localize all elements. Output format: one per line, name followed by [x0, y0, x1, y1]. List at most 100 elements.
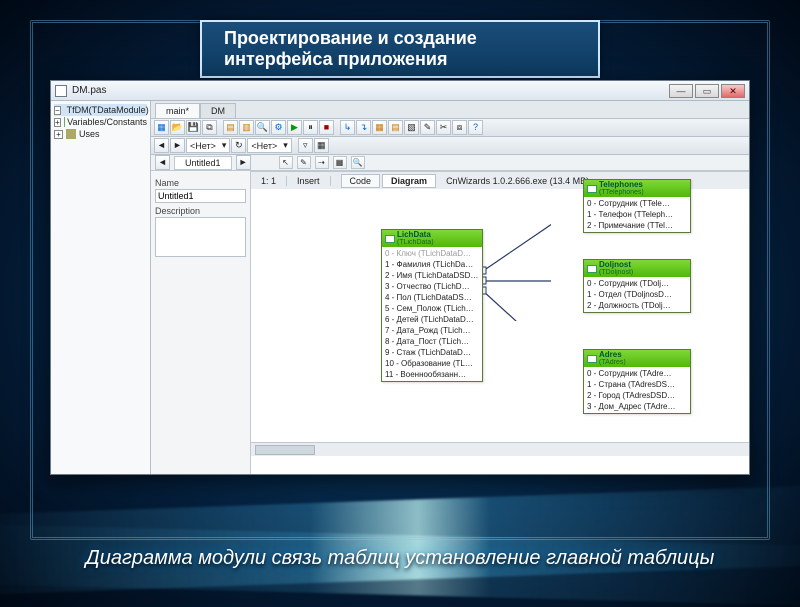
- prev-tab-icon[interactable]: ◄: [155, 155, 170, 170]
- save-all-icon[interactable]: ⧉: [202, 120, 217, 135]
- tree-label: TfDM(TDataModule): [67, 105, 149, 115]
- tree-label: Uses: [79, 129, 100, 139]
- cursor-position: 1: 1: [251, 176, 287, 186]
- field-row[interactable]: 3 - Дом_Адрес (TAdre…: [584, 401, 690, 412]
- expand-icon[interactable]: +: [54, 130, 63, 139]
- field-row[interactable]: 3 - Отчество (TLichD…: [382, 281, 482, 292]
- field-row[interactable]: 1 - Фамилия (TLichDa…: [382, 259, 482, 270]
- filter-icon[interactable]: ▿: [298, 138, 313, 153]
- method-dropdown[interactable]: <Нет>▾: [247, 138, 291, 153]
- description-label: Description: [155, 206, 246, 216]
- tab-dm[interactable]: DM: [200, 103, 236, 118]
- diagram-canvas[interactable]: LichData (TLichData) 0 - Ключ (TLichData…: [251, 171, 749, 474]
- comment-icon[interactable]: ✎: [297, 156, 311, 169]
- field-row[interactable]: 1 - Телефон (TTeleph…: [584, 209, 690, 220]
- field-row[interactable]: 8 - Дата_Пост (TLich…: [382, 336, 482, 347]
- diagram-tabs: ◄ Untitled1 ► ↖ ✎ ⇢ ▦ 🔍: [151, 155, 749, 171]
- scroll-thumb[interactable]: [255, 445, 315, 455]
- field-row[interactable]: 2 - Имя (TLichDataDSD…: [382, 270, 482, 281]
- search-icon[interactable]: 🔍: [255, 120, 270, 135]
- description-input[interactable]: [155, 217, 246, 257]
- back-icon[interactable]: ◄: [154, 138, 169, 153]
- field-row[interactable]: 0 - Сотрудник (TDolj…: [584, 278, 690, 289]
- tab-main[interactable]: main*: [155, 103, 200, 118]
- project-tree[interactable]: − TfDM(TDataModule) + Variables/Constant…: [51, 101, 151, 474]
- field-row[interactable]: 0 - Сотрудник (TTele…: [584, 198, 690, 209]
- slide-title-banner: Проектирование и создание интерфейса при…: [200, 20, 600, 78]
- link-icon[interactable]: ⇢: [315, 156, 329, 169]
- minimize-button[interactable]: —: [669, 84, 693, 98]
- save-icon[interactable]: 💾: [186, 120, 201, 135]
- uses-icon: [66, 129, 76, 139]
- field-row[interactable]: 0 - Сотрудник (TAdre…: [584, 368, 690, 379]
- field-row[interactable]: 5 - Сем_Полож (TLich…: [382, 303, 482, 314]
- field-row[interactable]: 6 - Детей (TLichDataD…: [382, 314, 482, 325]
- node-lichdata[interactable]: LichData (TLichData) 0 - Ключ (TLichData…: [381, 229, 483, 382]
- name-input[interactable]: [155, 189, 246, 203]
- dataset-icon: [587, 185, 597, 193]
- node-adres[interactable]: Adres (TAdres) 0 - Сотрудник (TAdre…1 - …: [583, 349, 691, 414]
- main-toolbar: ▦ 📂 💾 ⧉ ▤ ▥ 🔍 ⚙ ▶ ⏸ ■ ↳ ↴ ▦ ▤ ▧ ✎ ✂: [151, 119, 749, 137]
- window-title: DM.pas: [72, 85, 106, 96]
- stop-icon[interactable]: ■: [319, 120, 334, 135]
- node-telephones[interactable]: Telephones (TTelephones) 0 - Сотрудник (…: [583, 179, 691, 233]
- refresh-icon[interactable]: ↻: [231, 138, 246, 153]
- step-icon[interactable]: ↳: [340, 120, 355, 135]
- tree-node-uses[interactable]: + Uses: [54, 128, 147, 140]
- expand-icon[interactable]: −: [54, 106, 61, 115]
- horizontal-scrollbar[interactable]: [251, 442, 749, 456]
- object-inspector: Name Description: [151, 171, 251, 474]
- tab-untitled[interactable]: Untitled1: [174, 156, 232, 170]
- tool2-icon[interactable]: ✂: [436, 120, 451, 135]
- node-doljnost[interactable]: Doljnost (TDoljnost) 0 - Сотрудник (TDol…: [583, 259, 691, 313]
- zoom-icon[interactable]: 🔍: [351, 156, 365, 169]
- folder2-icon[interactable]: ▥: [239, 120, 254, 135]
- field-row[interactable]: 2 - Должность (TDolj…: [584, 300, 690, 311]
- close-button[interactable]: ✕: [721, 84, 745, 98]
- engine-status: CnWizards 1.0.2.666.exe (13.4 MB): [436, 176, 599, 186]
- document-icon: [55, 85, 67, 97]
- pause-icon[interactable]: ⏸: [303, 120, 318, 135]
- document-tabs: main* DM: [151, 101, 749, 119]
- open-icon[interactable]: 📂: [170, 120, 185, 135]
- fwd-icon[interactable]: ►: [170, 138, 185, 153]
- grid-icon[interactable]: ▦: [314, 138, 329, 153]
- field-row[interactable]: 0 - Ключ (TLichDataD…: [382, 248, 482, 259]
- field-row[interactable]: 1 - Страна (TAdresDS…: [584, 379, 690, 390]
- expand-icon[interactable]: +: [54, 118, 61, 127]
- dataset-icon: [587, 355, 597, 363]
- config-icon[interactable]: ⚙: [271, 120, 286, 135]
- class-dropdown[interactable]: <Нет>▾: [186, 138, 230, 153]
- tool3-icon[interactable]: ⧈: [452, 120, 467, 135]
- help-icon[interactable]: ?: [468, 120, 483, 135]
- field-row[interactable]: 9 - Стаж (TLichDataD…: [382, 347, 482, 358]
- tree-label: Variables/Constants: [67, 117, 147, 127]
- dataset-icon: [385, 235, 395, 243]
- maximize-button[interactable]: ▭: [695, 84, 719, 98]
- table-icon[interactable]: ▦: [333, 156, 347, 169]
- tree-node-datamodule[interactable]: − TfDM(TDataModule): [54, 104, 147, 116]
- field-row[interactable]: 2 - Примечание (TTel…: [584, 220, 690, 231]
- field-row[interactable]: 10 - Образование (TL…: [382, 358, 482, 369]
- tool-icon[interactable]: ✎: [420, 120, 435, 135]
- field-row[interactable]: 1 - Отдел (TDoljnosD…: [584, 289, 690, 300]
- run-icon[interactable]: ▶: [287, 120, 302, 135]
- field-row[interactable]: 11 - Военнообязанн…: [382, 369, 482, 380]
- chart-icon[interactable]: ▧: [404, 120, 419, 135]
- step2-icon[interactable]: ↴: [356, 120, 371, 135]
- field-row[interactable]: 7 - Дата_Рожд (TLich…: [382, 325, 482, 336]
- next-tab-icon[interactable]: ►: [236, 155, 251, 170]
- tree-node-variables[interactable]: + Variables/Constants: [54, 116, 147, 128]
- new-icon[interactable]: ▦: [154, 120, 169, 135]
- field-row[interactable]: 2 - Город (TAdresDSD…: [584, 390, 690, 401]
- db-icon[interactable]: ▦: [372, 120, 387, 135]
- tab-diagram[interactable]: Diagram: [382, 174, 436, 188]
- report-icon[interactable]: ▤: [388, 120, 403, 135]
- titlebar[interactable]: DM.pas — ▭ ✕: [51, 81, 749, 101]
- field-row[interactable]: 4 - Пол (TLichDataDS…: [382, 292, 482, 303]
- slide-caption: Диаграмма модули связь таблиц установлен…: [0, 547, 800, 570]
- pointer-icon[interactable]: ↖: [279, 156, 293, 169]
- secondary-toolbar: ◄ ► <Нет>▾ ↻ <Нет>▾ ▿ ▦: [151, 137, 749, 155]
- tab-code[interactable]: Code: [341, 174, 381, 188]
- folder-icon[interactable]: ▤: [223, 120, 238, 135]
